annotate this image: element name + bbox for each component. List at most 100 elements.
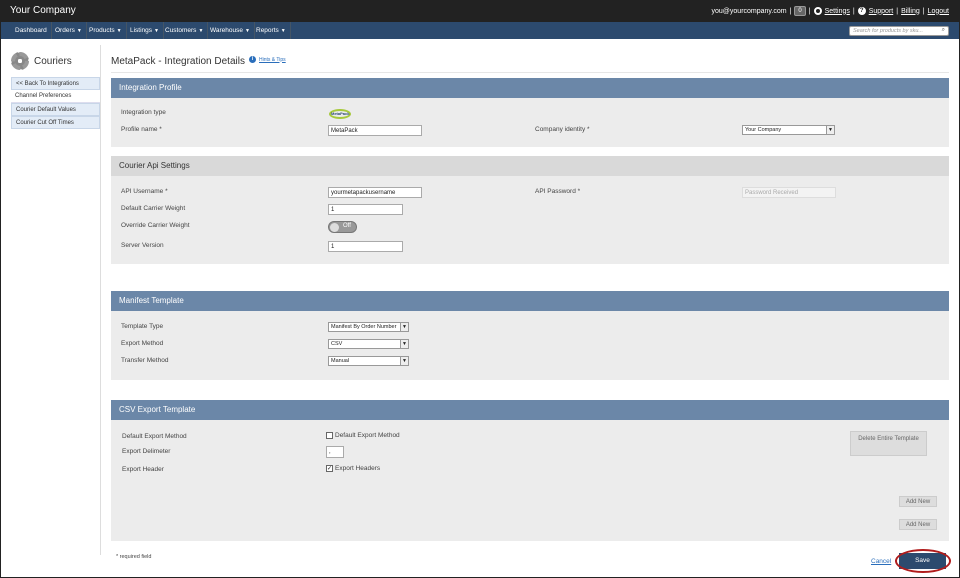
save-button[interactable]: Save (899, 553, 946, 569)
add-new-button[interactable]: Add New (899, 519, 937, 530)
default-export-checkbox[interactable]: Default Export Method (326, 432, 400, 439)
checkbox-label: Default Export Method (335, 432, 400, 439)
top-bar: Your Company you@yourcompany.com | 0 | S… (1, 1, 959, 22)
caret-down-icon: ▼ (116, 28, 122, 34)
select-value: CSV (331, 341, 343, 347)
manifest-template-panel: Manifest Template Template Type Manifest… (111, 291, 949, 380)
transfer-method-label: Transfer Method (121, 357, 169, 364)
hints-link[interactable]: i Hints & Tips (249, 56, 286, 63)
question-icon: ? (857, 7, 866, 15)
nav-warehouse[interactable]: Warehouse ▼ (206, 22, 255, 39)
export-method-label: Export Method (121, 340, 164, 347)
export-header-label: Export Header (122, 466, 164, 473)
sidebar-divider (100, 45, 101, 555)
server-version-label: Server Version (121, 242, 164, 249)
metapack-logo: MetaPack (329, 109, 351, 119)
default-export-label: Default Export Method (122, 433, 187, 440)
caret-down-icon: ▼ (245, 28, 250, 34)
user-menu: you@yourcompany.com | 0 | Settings | ? S… (712, 6, 949, 16)
sidebar-title-text: Couriers (34, 55, 72, 67)
override-weight-toggle[interactable]: Off (328, 221, 357, 233)
panel-header: Integration Profile (111, 78, 949, 98)
default-weight-label: Default Carrier Weight (121, 205, 186, 212)
gear-icon (813, 7, 822, 15)
caret-down-icon: ▼ (76, 28, 82, 34)
delete-template-button[interactable]: Delete Entire Template (850, 431, 927, 456)
template-type-label: Template Type (121, 323, 164, 330)
nav-label: Customers (165, 27, 197, 34)
nav-label: Listings (130, 27, 153, 34)
company-identity-label: Company identity * (535, 126, 590, 133)
export-method-select[interactable]: CSV ▼ (328, 339, 409, 349)
export-delimiter-input[interactable]: , (326, 446, 344, 458)
server-version-input[interactable]: 1 (328, 241, 403, 252)
chevron-down-icon: ▼ (400, 357, 408, 365)
notification-count-badge[interactable]: 0 (794, 6, 806, 16)
nav-products[interactable]: Products ▼ (85, 22, 127, 39)
user-email: you@yourcompany.com (711, 7, 787, 15)
search-placeholder: Search for products by sku... (853, 28, 924, 34)
panel-header: Manifest Template (111, 291, 949, 311)
nav-label: Products (89, 27, 115, 34)
logout-link[interactable]: Logout (928, 8, 949, 15)
default-weight-input[interactable]: 1 (328, 204, 403, 215)
panel-header: CSV Export Template (111, 400, 949, 420)
integration-profile-panel: Integration Profile Integration type Met… (111, 78, 949, 147)
caret-down-icon: ▼ (280, 28, 286, 34)
api-password-input[interactable]: Password Received (742, 187, 836, 198)
transfer-method-select[interactable]: Manual ▼ (328, 356, 409, 366)
settings-link[interactable]: Settings (825, 8, 850, 15)
sidebar-item-channel-preferences[interactable]: Channel Preferences (11, 90, 100, 103)
sidebar-item-courier-default-values[interactable]: Courier Default Values (11, 103, 100, 116)
chevron-down-icon: ▼ (826, 126, 834, 134)
chevron-down-icon: ▼ (400, 323, 408, 331)
separator: | (789, 7, 792, 15)
brand-name[interactable]: Your Company (10, 5, 76, 16)
billing-link[interactable]: Billing (901, 8, 920, 15)
caret-down-icon: ▼ (154, 28, 159, 34)
override-weight-label: Override Carrier Weight (121, 222, 190, 229)
separator: | (852, 7, 855, 15)
page-title: MetaPack - Integration Details (111, 56, 245, 67)
nav-customers[interactable]: Customers ▼ (161, 22, 209, 39)
profile-name-input[interactable]: MetaPack (328, 125, 422, 136)
nav-orders[interactable]: Orders ▼ (51, 22, 87, 39)
panel-header: Courier Api Settings (111, 156, 949, 176)
info-icon: i (249, 56, 256, 63)
sidebar-item-back[interactable]: << Back To Integrations (11, 77, 100, 90)
nav-label: Orders (55, 27, 75, 34)
nav-label: Warehouse (210, 27, 243, 34)
main-nav: Dashboard Orders ▼ Products ▼ Listings ▼ Cu… (1, 22, 959, 39)
csv-export-panel: CSV Export Template Default Export Metho… (111, 400, 949, 541)
title-divider (111, 72, 949, 73)
api-username-input[interactable]: yourmetapackusername (328, 187, 422, 198)
checkbox-box[interactable]: ✓ (326, 465, 333, 472)
select-value: Manual (331, 358, 350, 364)
caret-down-icon: ▼ (198, 28, 204, 34)
search-icon[interactable]: ⌕ (942, 27, 945, 34)
add-new-button[interactable]: Add New (899, 496, 937, 507)
api-password-label: API Password * (535, 188, 581, 195)
nav-dashboard[interactable]: Dashboard (11, 22, 52, 39)
sidebar-title: Couriers (11, 52, 72, 70)
search-input[interactable]: Search for products by sku... ⌕ (849, 26, 949, 36)
api-username-label: API Username * (121, 188, 168, 195)
sidebar-item-courier-cut-off-times[interactable]: Courier Cut Off Times (11, 116, 100, 129)
chevron-down-icon: ▼ (400, 340, 408, 348)
cancel-link[interactable]: Cancel (871, 558, 891, 565)
export-delimiter-label: Export Delimeter (122, 448, 171, 455)
separator: | (808, 7, 811, 15)
export-headers-checkbox[interactable]: ✓ Export Headers (326, 465, 380, 472)
select-value: Manifest By Order Number (331, 324, 397, 330)
required-note: * required field (116, 554, 152, 560)
support-link[interactable]: Support (869, 8, 894, 15)
nav-reports[interactable]: Reports ▼ (252, 22, 291, 39)
toggle-state: Off (343, 223, 351, 229)
gear-icon (11, 52, 29, 70)
profile-name-label: Profile name * (121, 126, 162, 133)
template-type-select[interactable]: Manifest By Order Number ▼ (328, 322, 409, 332)
select-value: Your Company (745, 127, 782, 133)
company-identity-select[interactable]: Your Company ▼ (742, 125, 835, 135)
nav-listings[interactable]: Listings ▼ (126, 22, 164, 39)
checkbox-box[interactable] (326, 432, 333, 439)
